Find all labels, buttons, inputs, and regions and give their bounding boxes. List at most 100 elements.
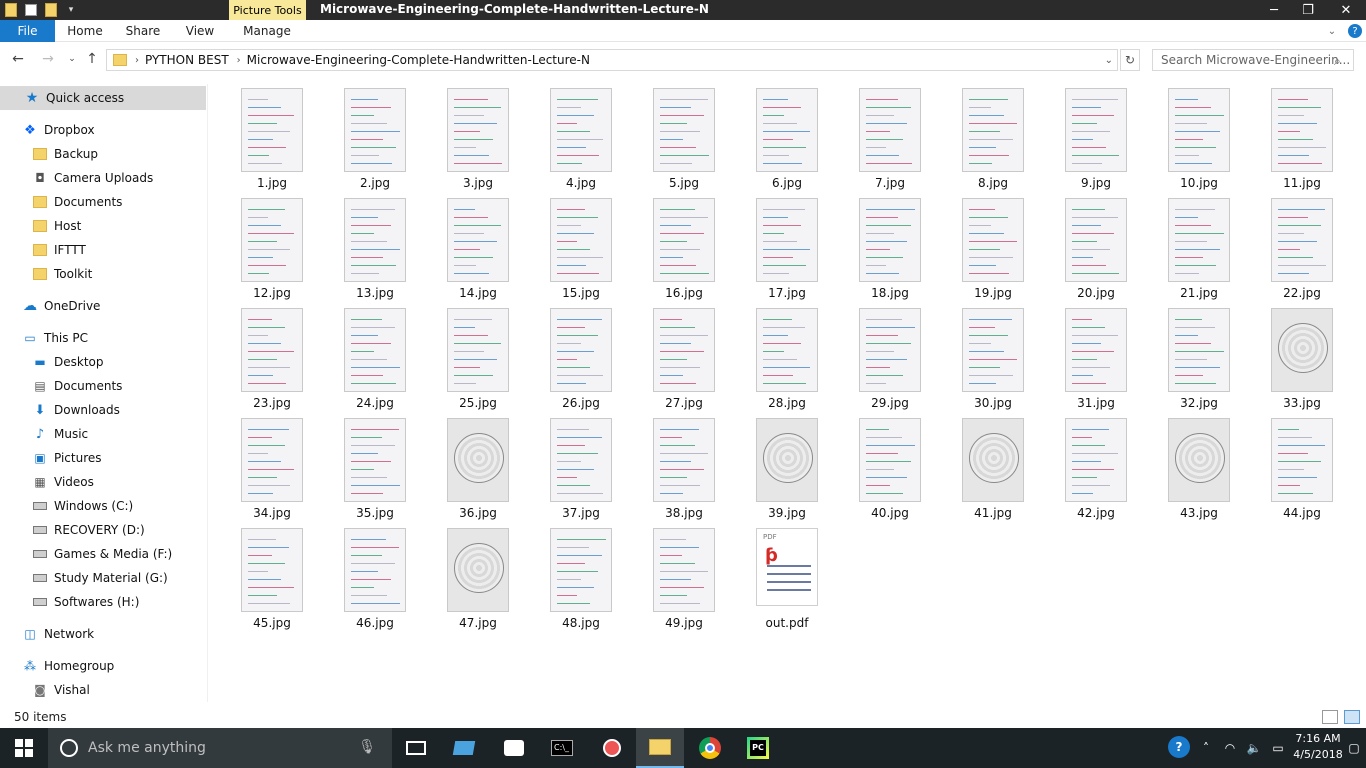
expand-ribbon-icon[interactable]: ⌄ [1322,20,1342,42]
cortana-search-box[interactable]: Ask me anything 🎙 [48,728,392,768]
sidebar-item[interactable]: Host [0,214,206,238]
file-item[interactable]: 6.jpg [729,84,829,192]
file-item[interactable]: 44.jpg [1244,414,1344,522]
sidebar-item[interactable]: ▬ Desktop [0,350,206,374]
file-item[interactable]: 7.jpg [832,84,932,192]
file-item[interactable]: 21.jpg [1141,194,1241,302]
file-item[interactable]: 23.jpg [214,304,314,412]
file-item[interactable]: 8.jpg [935,84,1035,192]
pycharm-icon[interactable]: PC [734,728,782,768]
app-icon[interactable] [440,728,488,768]
file-item[interactable]: 18.jpg [832,194,932,302]
file-item[interactable]: 30.jpg [935,304,1035,412]
file-item[interactable]: 35.jpg [317,414,417,522]
file-item[interactable]: 31.jpg [1038,304,1138,412]
microphone-icon[interactable]: 🎙 [358,739,376,755]
tab-home[interactable]: Home [60,20,110,42]
file-item[interactable]: 9.jpg [1038,84,1138,192]
sidebar-item[interactable]: ▣ Pictures [0,446,206,470]
command-prompt-icon[interactable]: C:\_ [538,728,586,768]
file-item[interactable]: 2.jpg [317,84,417,192]
file-item[interactable]: 13.jpg [317,194,417,302]
file-item[interactable]: 46.jpg [317,524,417,632]
file-item[interactable]: 1.jpg [214,84,314,192]
file-item[interactable]: PDF ƥ out.pdf [729,524,829,632]
details-view-icon[interactable] [1322,710,1338,724]
help-icon[interactable]: ? [1346,20,1364,42]
volume-icon[interactable]: 🔈 [1246,740,1262,756]
file-item[interactable]: 48.jpg [523,524,623,632]
folder-icon[interactable] [2,2,20,18]
file-item[interactable]: 27.jpg [626,304,726,412]
maximize-button[interactable]: ❐ [1290,0,1326,20]
camera-app-icon[interactable] [490,728,538,768]
breadcrumb-item[interactable]: Microwave-Engineering-Complete-Handwritt… [247,53,590,67]
minimize-button[interactable]: ─ [1256,0,1292,20]
sidebar-item[interactable]: ▤ Documents [0,374,206,398]
sidebar-item[interactable]: Documents [0,190,206,214]
file-item[interactable]: 12.jpg [214,194,314,302]
file-item[interactable]: 41.jpg [935,414,1035,522]
sidebar-item[interactable]: ❖ Dropbox [0,118,206,142]
sidebar-item[interactable]: ▦ Videos [0,470,206,494]
file-item[interactable]: 33.jpg [1244,304,1344,412]
snipping-tool-icon[interactable] [588,728,636,768]
sidebar-item[interactable]: RECOVERY (D:) [0,518,206,542]
file-item[interactable]: 16.jpg [626,194,726,302]
tab-file[interactable]: File [0,20,55,42]
file-item[interactable]: 25.jpg [420,304,520,412]
file-item[interactable]: 39.jpg [729,414,829,522]
tab-view[interactable]: View [176,20,224,42]
search-icon[interactable]: ⌕ [1334,54,1341,69]
file-item[interactable]: 34.jpg [214,414,314,522]
file-item[interactable]: 26.jpg [523,304,623,412]
sidebar-item[interactable]: ◙ Vishal [0,678,206,702]
file-item[interactable]: 47.jpg [420,524,520,632]
help-tray-icon[interactable]: ? [1168,736,1190,758]
file-item[interactable]: 40.jpg [832,414,932,522]
sidebar-item[interactable]: ♪ Music [0,422,206,446]
task-view-icon[interactable] [392,728,440,768]
file-item[interactable]: 37.jpg [523,414,623,522]
file-item[interactable]: 38.jpg [626,414,726,522]
forward-arrow-icon[interactable]: → [40,51,56,67]
chrome-icon[interactable] [686,728,734,768]
wifi-icon[interactable]: ◠ [1222,740,1238,756]
file-item[interactable]: 24.jpg [317,304,417,412]
file-item[interactable]: 49.jpg [626,524,726,632]
file-item[interactable]: 19.jpg [935,194,1035,302]
tab-manage[interactable]: Manage [236,20,298,42]
file-item[interactable]: 43.jpg [1141,414,1241,522]
sidebar-item[interactable]: Windows (C:) [0,494,206,518]
sidebar-item[interactable]: ★ Quick access [0,86,206,110]
sidebar-item[interactable]: Games & Media (F:) [0,542,206,566]
sidebar-item[interactable]: ⁂ Homegroup [0,654,206,678]
sidebar-item[interactable]: ▭ This PC [0,326,206,350]
sidebar-item[interactable]: ◫ Network [0,622,206,646]
file-item[interactable]: 17.jpg [729,194,829,302]
file-item[interactable]: 32.jpg [1141,304,1241,412]
battery-icon[interactable]: ▭ [1270,740,1286,756]
file-explorer-icon[interactable] [636,728,684,768]
file-item[interactable]: 28.jpg [729,304,829,412]
sidebar-item[interactable]: IFTTT [0,238,206,262]
recent-locations-icon[interactable]: ⌄ [64,51,80,67]
back-arrow-icon[interactable]: ← [10,51,26,67]
file-item[interactable]: 36.jpg [420,414,520,522]
sidebar-item[interactable]: Backup [0,142,206,166]
file-item[interactable]: 11.jpg [1244,84,1344,192]
close-button[interactable]: ✕ [1328,0,1364,20]
file-item[interactable]: 22.jpg [1244,194,1344,302]
sidebar-item[interactable]: Softwares (H:) [0,590,206,614]
notifications-icon[interactable]: ▢ [1346,740,1362,756]
sidebar-item[interactable]: Study Material (G:) [0,566,206,590]
address-dropdown-icon[interactable]: ⌄ [1105,55,1113,66]
new-folder-icon[interactable] [42,2,60,18]
show-hidden-icons-icon[interactable]: ˄ [1198,740,1214,756]
sidebar-item[interactable]: ◘ Camera Uploads [0,166,206,190]
refresh-icon[interactable]: ↻ [1120,49,1140,71]
clock[interactable]: 7:16 AM 4/5/2018 [1292,731,1344,763]
address-bar[interactable]: › PYTHON BEST › Microwave-Engineering-Co… [106,49,1118,71]
tab-share[interactable]: Share [118,20,168,42]
up-arrow-icon[interactable]: ↑ [84,51,100,67]
